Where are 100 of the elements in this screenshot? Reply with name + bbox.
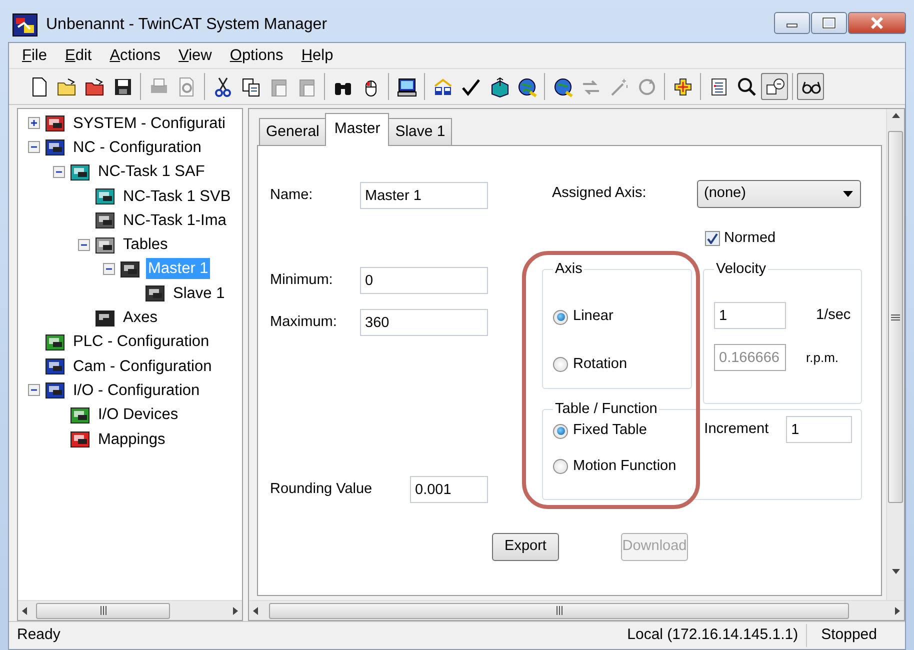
toolbar-button[interactable] [797, 73, 824, 100]
radio-button[interactable] [553, 357, 568, 372]
tree-node-icon [94, 210, 116, 230]
tree-node-icon [44, 113, 66, 134]
tree-item[interactable]: NC-Task 1 SAF [96, 161, 207, 182]
text-field[interactable]: 360 [360, 309, 488, 336]
radio-button[interactable] [553, 424, 568, 439]
tab[interactable]: Master [325, 112, 390, 146]
maximize-icon [822, 17, 836, 29]
field-label: Minimum: [270, 270, 334, 290]
unit-label: r.p.m. [806, 349, 839, 367]
menu-item[interactable]: Options [222, 42, 290, 68]
status-text: Stopped [820, 625, 878, 646]
status-text: Local (172.16.14.145.1.1) [619, 624, 808, 647]
tree-node-icon [44, 356, 66, 376]
cross-icon [672, 76, 694, 98]
collapse-toggle[interactable] [78, 238, 90, 251]
text-field[interactable]: Master 1 [360, 182, 488, 209]
tree-item[interactable]: PLC - Configuration [71, 331, 212, 352]
tree-node-icon [94, 234, 116, 255]
folder-icon [84, 76, 106, 98]
tree-item[interactable]: Mappings [96, 428, 168, 450]
tree-item[interactable]: NC-Task 1 SVB [121, 186, 233, 207]
group-title: Table / Function [554, 402, 658, 416]
tree-node-icon [69, 429, 91, 449]
close-icon [870, 17, 884, 29]
tree-node-icon [44, 332, 66, 352]
tree-item[interactable]: Tables [121, 234, 170, 256]
status-text: Ready [16, 625, 62, 646]
tree-node-icon [119, 258, 141, 279]
vertical-scrollbar[interactable] [886, 109, 904, 600]
toolbar-button[interactable] [761, 73, 788, 100]
radio-button[interactable] [553, 310, 568, 325]
expand-toggle[interactable] [28, 117, 40, 130]
scrollbar-thumb[interactable] [888, 131, 903, 503]
tab[interactable]: Slave 1 [388, 118, 452, 145]
dialog-button[interactable]: Export [492, 533, 559, 561]
tree-node-icon [69, 162, 91, 182]
tree-item[interactable]: I/O - Configuration [71, 380, 202, 401]
checkbox-label: Normed [724, 229, 776, 248]
radio-label: Linear [573, 307, 614, 326]
menu-item[interactable]: File [15, 42, 54, 68]
field-label: Increment [704, 420, 770, 439]
field-label: Assigned Axis: [552, 184, 648, 204]
grip-icon [100, 606, 106, 615]
field-label: Name: [270, 186, 314, 205]
collapse-toggle[interactable] [28, 141, 40, 154]
collapse-toggle[interactable] [53, 166, 65, 178]
tree-item[interactable]: SYSTEM - Configurati [71, 112, 228, 134]
group-title: Velocity [715, 262, 767, 276]
app-icon [12, 13, 38, 37]
minimize-button[interactable] [774, 12, 810, 34]
menu-item[interactable]: Help [294, 42, 340, 68]
globe-icon [552, 76, 574, 98]
radio-label: Fixed Table [573, 421, 647, 440]
window-title: Unbenannt - TwinCAT System Manager [46, 15, 328, 35]
monitor-icon [396, 76, 418, 98]
text-field[interactable]: 1 [714, 302, 786, 330]
grip-icon [891, 314, 900, 320]
tree-node-icon [144, 283, 166, 304]
radio-label: Motion Function [573, 457, 676, 476]
radio-button[interactable] [553, 459, 568, 474]
scrollbar-thumb[interactable] [36, 602, 170, 618]
text-field[interactable]: 0.001 [410, 476, 488, 503]
text-field[interactable]: 1 [786, 416, 852, 444]
horizontal-scrollbar[interactable] [249, 600, 904, 620]
maximize-button[interactable] [811, 12, 847, 34]
horizontal-scrollbar[interactable] [18, 600, 242, 620]
tab[interactable]: General [259, 118, 326, 145]
grip-icon [556, 606, 562, 615]
group-title: Axis [554, 262, 584, 276]
copy-icon [240, 76, 262, 98]
tree-item[interactable]: Axes [121, 307, 160, 328]
tree-item[interactable]: NC-Task 1-Ima [121, 210, 228, 231]
window-icon [764, 76, 786, 98]
globe-icon [516, 76, 538, 98]
tree-item[interactable]: NC - Configuration [71, 136, 204, 158]
text-field[interactable]: 0 [360, 267, 488, 294]
menu-item[interactable]: View [172, 42, 219, 68]
tree-node-icon [44, 137, 66, 158]
menu-item[interactable]: Edit [58, 42, 99, 68]
menu-item[interactable]: Actions [102, 42, 168, 68]
folder-icon [56, 76, 78, 98]
close-button[interactable] [848, 12, 906, 34]
tree-node-icon [94, 308, 116, 328]
check-icon [707, 233, 718, 244]
radio-label: Rotation [573, 355, 628, 374]
field-label: Rounding Value [270, 480, 374, 499]
collapse-toggle[interactable] [28, 384, 40, 396]
checkbox[interactable] [705, 231, 720, 246]
tree-item[interactable]: Slave 1 [171, 282, 227, 304]
tree-item[interactable]: Cam - Configuration [71, 356, 214, 377]
field-label: Maximum: [270, 312, 338, 332]
unit-label: 1/sec [816, 306, 851, 325]
caret-icon [842, 190, 854, 198]
collapse-toggle[interactable] [103, 262, 115, 275]
scrollbar-thumb[interactable] [269, 602, 849, 618]
dropdown[interactable]: (none) [697, 180, 861, 208]
tree-item[interactable]: I/O Devices [96, 404, 180, 426]
tree-node-icon [44, 380, 66, 400]
